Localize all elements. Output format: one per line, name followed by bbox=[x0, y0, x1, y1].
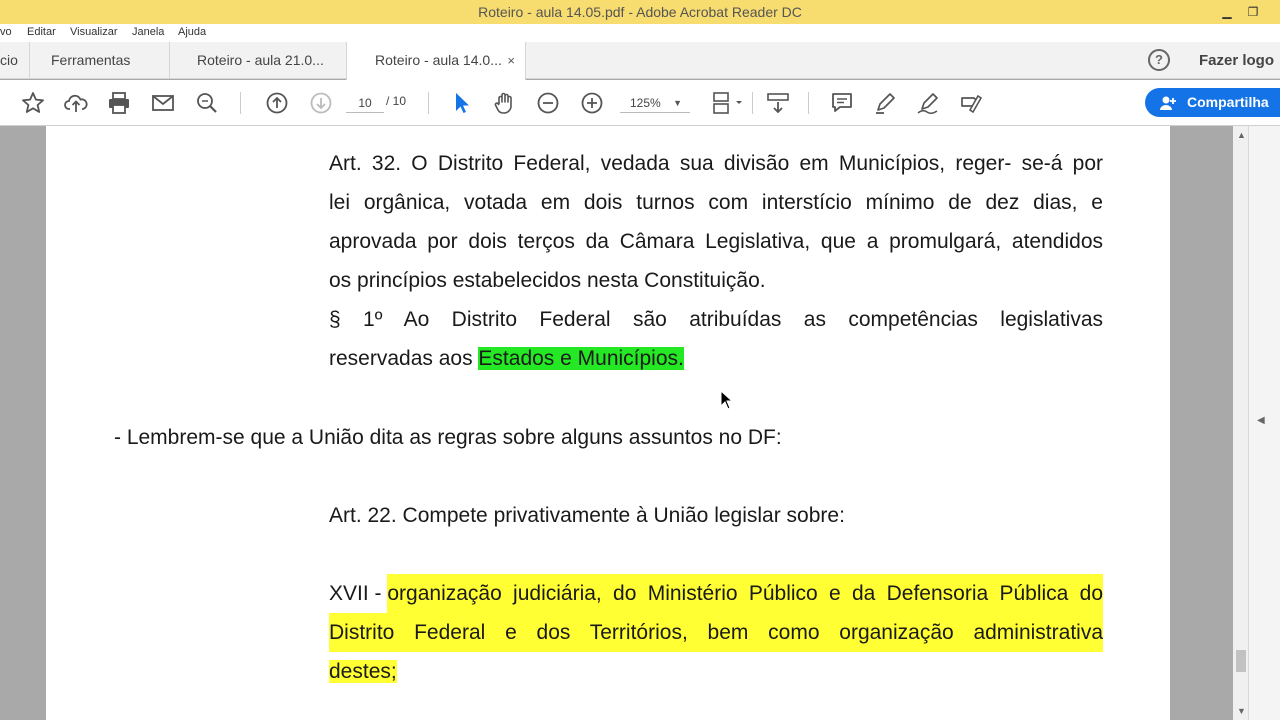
art32-line-3: aprovada por dois terços da Câmara Legis… bbox=[329, 230, 1103, 253]
paragraph-1-line-1: § 1º Ao Distrito Federal são atribuídas … bbox=[329, 308, 1103, 331]
draw-icon[interactable] bbox=[915, 90, 941, 116]
document-viewport[interactable]: Art. 32. O Distrito Federal, vedada sua … bbox=[0, 126, 1233, 720]
tab-bar: cio Ferramentas Roteiro - aula 21.0... R… bbox=[0, 42, 1280, 80]
print-icon[interactable] bbox=[106, 90, 132, 116]
comment-icon[interactable] bbox=[829, 90, 855, 116]
star-icon[interactable] bbox=[20, 90, 46, 116]
menu-window[interactable]: Janela bbox=[132, 26, 164, 38]
yellow-highlight[interactable]: Distrito Federal e dos Territórios, bem … bbox=[329, 613, 1103, 652]
tab-document-1[interactable]: Roteiro - aula 21.0... bbox=[170, 42, 346, 79]
zoom-value: 125% bbox=[630, 96, 661, 110]
email-icon[interactable] bbox=[150, 90, 176, 116]
add-user-icon bbox=[1160, 96, 1176, 110]
zoom-select[interactable]: 125% ▼ bbox=[620, 93, 690, 113]
toolbar-divider bbox=[752, 92, 753, 114]
select-cursor-icon[interactable] bbox=[448, 90, 474, 116]
cloud-upload-icon[interactable] bbox=[63, 90, 89, 116]
share-label: Compartilha bbox=[1187, 94, 1269, 110]
zoom-in-icon[interactable] bbox=[579, 90, 605, 116]
minimize-button[interactable]: ▁ bbox=[1214, 2, 1240, 22]
login-button[interactable]: Fazer logo bbox=[1199, 52, 1274, 69]
tab-home[interactable]: cio bbox=[0, 42, 30, 79]
toolbar-divider bbox=[428, 92, 429, 114]
tab-document-2-label: Roteiro - aula 14.0... bbox=[375, 52, 502, 68]
previous-page-icon[interactable] bbox=[264, 90, 290, 116]
expand-pane-icon[interactable]: ◀ bbox=[1257, 415, 1265, 426]
zoom-out-icon[interactable] bbox=[535, 90, 561, 116]
vertical-scrollbar[interactable]: ▲ ▼ bbox=[1233, 126, 1249, 720]
toolbar-divider bbox=[808, 92, 809, 114]
highlight-pen-icon[interactable] bbox=[872, 90, 898, 116]
window-title: Roteiro - aula 14.05.pdf - Adobe Acrobat… bbox=[478, 4, 802, 20]
scroll-down-icon[interactable]: ▼ bbox=[1237, 706, 1246, 716]
toolbar-divider bbox=[240, 92, 241, 114]
menu-file[interactable]: vo bbox=[0, 26, 12, 38]
tab-tools-label: Ferramentas bbox=[51, 52, 131, 68]
mouse-cursor-icon bbox=[720, 390, 734, 410]
note-text: - Lembrem-se que a União dita as regras … bbox=[114, 426, 782, 449]
hand-tool-icon[interactable] bbox=[492, 90, 518, 116]
art32-line-2: lei orgânica, votada em dois turnos com … bbox=[329, 191, 1103, 214]
chevron-down-icon: ▼ bbox=[673, 98, 682, 108]
art32-line-4: os princípios estabelecidos nesta Consti… bbox=[329, 269, 766, 292]
fit-page-icon[interactable] bbox=[711, 90, 745, 116]
help-icon[interactable]: ? bbox=[1148, 49, 1170, 71]
art32-line-1: Art. 32. O Distrito Federal, vedada sua … bbox=[329, 152, 1103, 175]
tab-home-label: cio bbox=[0, 52, 18, 68]
toolbar: 10 / 10 125% ▼ bbox=[0, 80, 1280, 126]
scroll-mode-icon[interactable] bbox=[765, 90, 791, 116]
page-total: / 10 bbox=[386, 94, 407, 108]
pdf-page: Art. 32. O Distrito Federal, vedada sua … bbox=[46, 126, 1170, 720]
next-page-icon[interactable] bbox=[308, 90, 334, 116]
paragraph-1-line-2: reservadas aos Estados e Municípios. bbox=[329, 339, 684, 378]
page-number-input[interactable]: 10 bbox=[346, 93, 384, 113]
paragraph-1-text: reservadas aos bbox=[329, 347, 479, 370]
tab-document-1-label: Roteiro - aula 21.0... bbox=[197, 52, 324, 68]
yellow-highlight[interactable]: organização judiciária, do Ministério Pú… bbox=[387, 574, 1103, 613]
search-icon[interactable] bbox=[194, 90, 220, 116]
xvii-line-3: destes; bbox=[329, 652, 397, 691]
restore-button[interactable]: ❐ bbox=[1240, 2, 1266, 22]
share-button[interactable]: Compartilha bbox=[1145, 88, 1280, 117]
scroll-up-icon[interactable]: ▲ bbox=[1237, 130, 1246, 140]
menu-help[interactable]: Ajuda bbox=[178, 26, 206, 38]
xvii-prefix: XVII - bbox=[329, 582, 388, 605]
yellow-highlight[interactable]: destes; bbox=[329, 660, 397, 683]
menu-bar: vo Editar Visualizar Janela Ajuda bbox=[0, 24, 1280, 42]
menu-view[interactable]: Visualizar bbox=[70, 26, 118, 38]
green-highlight[interactable]: Estados e Municípios. bbox=[478, 347, 684, 370]
art22-heading: Art. 22. Compete privativamente à União … bbox=[329, 504, 845, 527]
xvii-line-2: Distrito Federal e dos Territórios, bem … bbox=[329, 613, 1103, 652]
menu-edit[interactable]: Editar bbox=[27, 26, 56, 38]
scroll-thumb[interactable] bbox=[1236, 650, 1246, 672]
tab-document-2[interactable]: Roteiro - aula 14.0... × bbox=[346, 42, 526, 80]
tab-tools[interactable]: Ferramentas bbox=[30, 42, 170, 79]
xvii-line-1: XVII - organização judiciária, do Minist… bbox=[329, 574, 1103, 613]
title-bar: Roteiro - aula 14.05.pdf - Adobe Acrobat… bbox=[0, 0, 1280, 24]
fill-sign-icon[interactable] bbox=[958, 90, 984, 116]
close-icon[interactable]: × bbox=[507, 42, 515, 79]
